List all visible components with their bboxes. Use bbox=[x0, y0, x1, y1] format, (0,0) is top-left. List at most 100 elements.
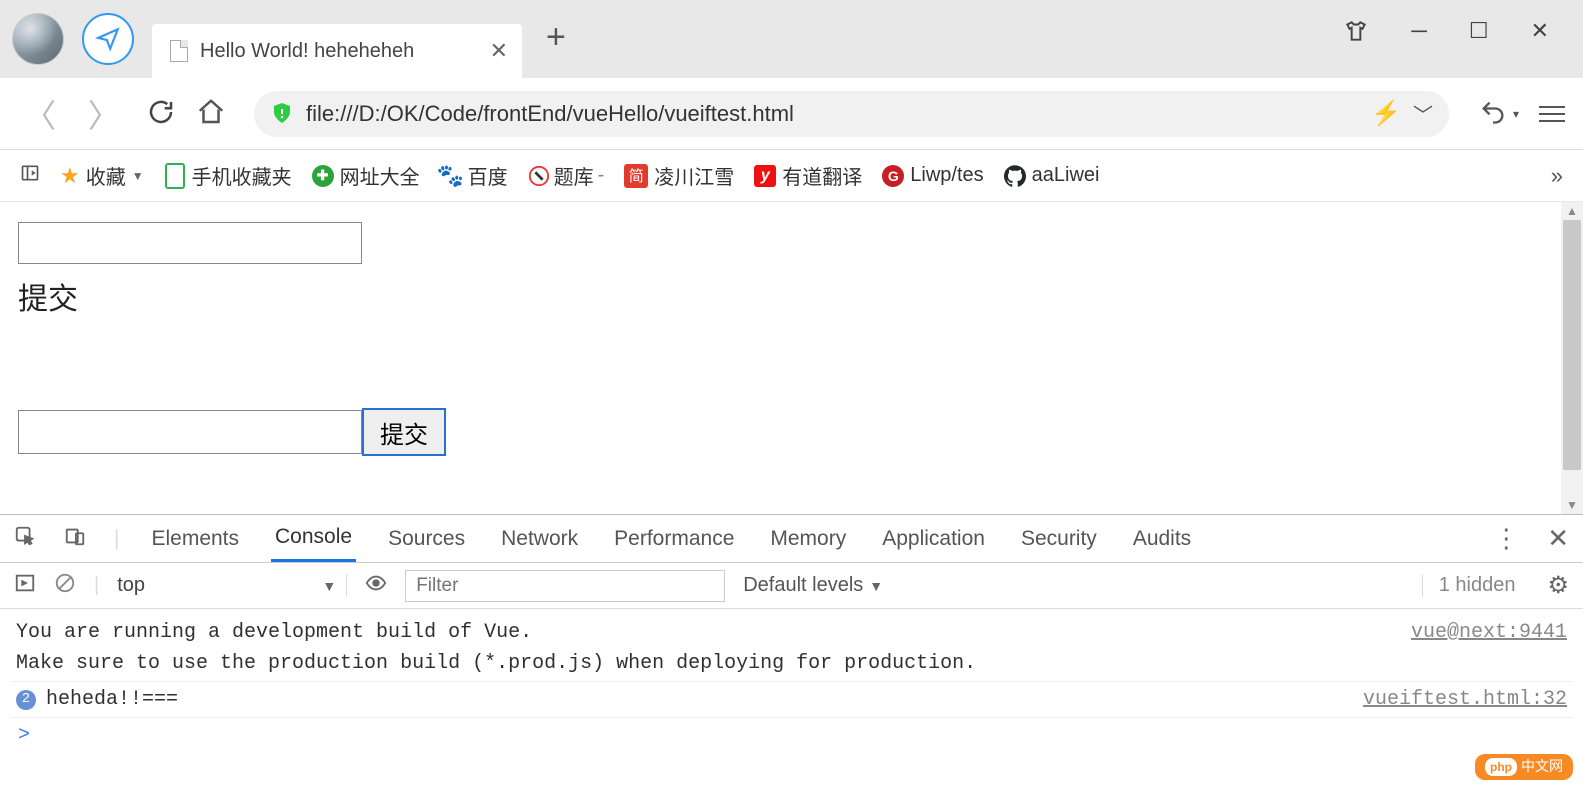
hidden-messages[interactable]: 1 hidden bbox=[1422, 574, 1516, 597]
phone-icon bbox=[165, 163, 185, 189]
bookmark-overflow[interactable]: » bbox=[1551, 163, 1563, 189]
levels-label: Default levels bbox=[743, 574, 863, 597]
bookmark-mobile[interactable]: 手机收藏夹 bbox=[164, 161, 292, 190]
tab-elements[interactable]: Elements bbox=[147, 515, 243, 562]
live-expression-icon[interactable] bbox=[365, 572, 387, 600]
devtools-menu-icon[interactable]: ⋮ bbox=[1493, 523, 1519, 554]
home-button[interactable] bbox=[196, 97, 226, 130]
tab-application[interactable]: Application bbox=[878, 515, 989, 562]
bookmark-aaliwei[interactable]: aaLiwei bbox=[1004, 164, 1100, 187]
devtools-panel: | Elements Console Sources Network Perfo… bbox=[0, 514, 1583, 786]
bookmark-label: 百度 bbox=[468, 161, 508, 190]
submit-button[interactable]: 提交 bbox=[362, 408, 446, 456]
undo-button[interactable] bbox=[1479, 98, 1507, 129]
jian-icon: 简 bbox=[624, 164, 648, 188]
scrollbar-thumb[interactable] bbox=[1563, 220, 1581, 470]
tab-security[interactable]: Security bbox=[1017, 515, 1101, 562]
tiku-icon bbox=[528, 165, 550, 187]
scroll-up-icon[interactable]: ▲ bbox=[1561, 204, 1583, 218]
page-viewport: 提交 提交 ▲ ▼ bbox=[0, 202, 1583, 514]
context-selector[interactable]: top ▼ bbox=[117, 574, 347, 597]
sidebar-toggle-icon[interactable] bbox=[20, 163, 40, 189]
devtools-tabs: | Elements Console Sources Network Perfo… bbox=[0, 515, 1583, 563]
tab-title: Hello World! heheheheh bbox=[200, 40, 414, 63]
submit-text: 提交 bbox=[18, 274, 1565, 318]
bookmark-sites[interactable]: ✚ 网址大全 bbox=[312, 161, 420, 190]
message-text: heheda!!=== bbox=[46, 684, 178, 715]
watermark-label: php bbox=[1485, 758, 1517, 777]
bookmark-baidu[interactable]: 🐾 百度 bbox=[440, 161, 508, 190]
chevron-down-icon[interactable]: ﹀ bbox=[1413, 99, 1433, 128]
message-text: You are running a development build of V… bbox=[16, 621, 532, 644]
minimize-button[interactable]: ─ bbox=[1411, 18, 1427, 44]
bolt-icon[interactable]: ⚡ bbox=[1371, 99, 1401, 128]
youdao-icon: y bbox=[754, 165, 776, 187]
gitee-icon: G bbox=[882, 165, 904, 187]
close-tab-icon[interactable]: ✕ bbox=[490, 38, 508, 64]
bookmark-label: 凌川江雪 bbox=[654, 161, 734, 190]
devtools-close-icon[interactable]: ✕ bbox=[1547, 523, 1569, 554]
text-input-2[interactable] bbox=[18, 410, 362, 454]
bookmark-favorites[interactable]: ★ 收藏 ▼ bbox=[60, 161, 144, 190]
filter-input[interactable] bbox=[405, 570, 725, 602]
back-button[interactable]: 〈 bbox=[18, 91, 62, 137]
window-controls: ─ ☐ ✕ bbox=[1309, 0, 1583, 62]
menu-button[interactable] bbox=[1539, 106, 1565, 122]
bookmark-label: aaLiwei bbox=[1032, 164, 1100, 187]
star-icon: ★ bbox=[60, 163, 80, 189]
close-window-button[interactable]: ✕ bbox=[1531, 18, 1549, 44]
bookmark-label: 手机收藏夹 bbox=[192, 161, 292, 190]
console-message: You are running a development build of V… bbox=[10, 615, 1573, 681]
console-message: 2 heheda!!=== vueiftest.html:32 bbox=[10, 681, 1573, 718]
watermark: php 中文网 bbox=[1475, 754, 1573, 780]
globe-icon: ✚ bbox=[312, 165, 334, 187]
new-tab-button[interactable]: + bbox=[546, 18, 566, 61]
bookmark-lingchuan[interactable]: 简 凌川江雪 bbox=[624, 161, 734, 190]
tab-console[interactable]: Console bbox=[271, 515, 356, 562]
forward-button[interactable]: 〉 bbox=[82, 91, 126, 137]
bookmarks-bar: ★ 收藏 ▼ 手机收藏夹 ✚ 网址大全 🐾 百度 题库 - 简 凌川江雪 bbox=[0, 150, 1583, 202]
bookmark-label: 有道翻译 bbox=[782, 161, 862, 190]
device-toggle-icon[interactable] bbox=[64, 525, 86, 553]
context-label: top bbox=[117, 574, 145, 597]
maximize-button[interactable]: ☐ bbox=[1469, 18, 1489, 44]
tab-network[interactable]: Network bbox=[497, 515, 582, 562]
tshirt-icon[interactable] bbox=[1343, 18, 1369, 40]
bookmark-label: Liwp/tes bbox=[910, 164, 983, 187]
message-source-link[interactable]: vueiftest.html:32 bbox=[1363, 684, 1567, 715]
text-input-1[interactable] bbox=[18, 222, 362, 264]
titlebar: Hello World! heheheheh ✕ + ─ ☐ ✕ bbox=[0, 0, 1583, 78]
tab-memory[interactable]: Memory bbox=[766, 515, 850, 562]
repeat-count-badge: 2 bbox=[16, 690, 36, 710]
console-sidebar-icon[interactable] bbox=[14, 572, 36, 600]
clear-console-icon[interactable] bbox=[54, 572, 76, 600]
bookmark-youdao[interactable]: y 有道翻译 bbox=[754, 161, 862, 190]
vertical-scrollbar[interactable]: ▲ ▼ bbox=[1561, 202, 1583, 514]
inspect-icon[interactable] bbox=[14, 525, 36, 553]
message-source-link[interactable]: vue@next:9441 bbox=[1411, 617, 1567, 679]
console-prompt[interactable]: > bbox=[10, 718, 1573, 753]
browser-tab[interactable]: Hello World! heheheheh ✕ bbox=[152, 24, 522, 78]
send-icon[interactable] bbox=[82, 13, 134, 65]
bookmark-tiku[interactable]: 题库 - bbox=[528, 161, 605, 190]
log-levels-selector[interactable]: Default levels ▼ bbox=[743, 574, 883, 597]
settings-icon[interactable]: ⚙ bbox=[1547, 571, 1569, 600]
address-bar: 〈 〉 file:///D:/OK/Code/frontEnd/vueHello… bbox=[0, 78, 1583, 150]
bookmark-liwp[interactable]: G Liwp/tes bbox=[882, 164, 983, 187]
reload-button[interactable] bbox=[146, 97, 176, 130]
url-input[interactable]: file:///D:/OK/Code/frontEnd/vueHello/vue… bbox=[254, 91, 1449, 137]
bookmark-label: 网址大全 bbox=[340, 161, 420, 190]
tab-performance[interactable]: Performance bbox=[610, 515, 738, 562]
bookmark-label: 收藏 bbox=[86, 161, 126, 190]
bookmark-label: 题库 bbox=[554, 161, 594, 190]
tab-audits[interactable]: Audits bbox=[1129, 515, 1195, 562]
message-text: Make sure to use the production build (*… bbox=[16, 652, 976, 675]
tab-sources[interactable]: Sources bbox=[384, 515, 469, 562]
watermark-label: 中文网 bbox=[1521, 756, 1563, 778]
profile-avatar[interactable] bbox=[12, 13, 64, 65]
page-content: 提交 提交 bbox=[0, 202, 1583, 476]
dropdown-icon: ▼ bbox=[132, 169, 144, 183]
baidu-icon: 🐾 bbox=[440, 165, 462, 187]
scroll-down-icon[interactable]: ▼ bbox=[1561, 498, 1583, 512]
console-output: You are running a development build of V… bbox=[0, 609, 1583, 786]
